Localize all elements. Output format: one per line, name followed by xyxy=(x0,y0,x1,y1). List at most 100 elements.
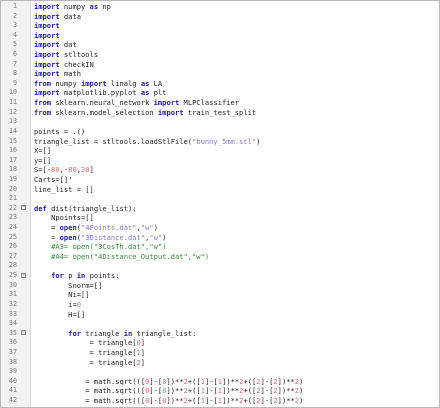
code-line: 34 xyxy=(1,319,439,329)
code-text: import stltools xyxy=(34,50,99,60)
code-text: from sklearn.neural_network import MLPCl… xyxy=(34,98,240,108)
code-line: 24 = open("4Points.dat","w") xyxy=(1,223,439,233)
code-line: 36 = triangle[0] xyxy=(1,338,439,348)
code-line: 10 import matplotlib.pyplot as plt xyxy=(1,88,439,98)
code-text: y=[] xyxy=(34,155,52,165)
line-number: 17 xyxy=(9,155,17,164)
code-text: import checkIN xyxy=(34,59,94,69)
code-line: 23 Npoints=[] xyxy=(1,213,439,223)
code-line: 22− def dist(triangle_list): xyxy=(1,204,439,214)
code-text: = math.sqrt(([0]-[0])**2+([1]-[1])**2+([… xyxy=(85,395,304,405)
code-line: 4 import xyxy=(1,31,439,41)
line-number: 37 xyxy=(9,347,17,356)
code-line: 2 import data xyxy=(1,12,439,22)
code-text: import numpy as np xyxy=(34,2,111,11)
line-number: 36 xyxy=(9,338,17,347)
code-text: = open("3Distance.dat","w") xyxy=(51,232,167,242)
code-line: 7 import checkIN xyxy=(1,60,439,70)
code-line: 30 Snorm=[] xyxy=(1,281,439,291)
code-line: 25 = open("3Distance.dat","w") xyxy=(1,233,439,243)
line-number: 24 xyxy=(9,223,17,232)
line-number: 21 xyxy=(9,194,17,203)
code-text: = open("4Points.dat","w") xyxy=(51,223,158,233)
line-number: 6 xyxy=(13,50,17,59)
fold-toggle-icon[interactable]: − xyxy=(21,205,26,211)
code-text: Npoints=[] xyxy=(51,213,94,223)
line-number: 41 xyxy=(9,386,17,395)
code-line: 16 X=[] xyxy=(1,146,439,156)
line-number: 39 xyxy=(9,367,17,376)
line-number: 2 xyxy=(13,11,17,20)
line-number: 25 xyxy=(9,232,17,241)
line-number: 31 xyxy=(9,290,17,299)
line-number: 33 xyxy=(9,309,17,318)
code-line: 15 triangle_list = stltools.loadStlFile("… xyxy=(1,137,439,147)
code-text: = triangle[2] xyxy=(85,357,146,367)
code-line: 38 = triangle[2] xyxy=(1,358,439,368)
line-number: 22 xyxy=(9,203,17,212)
line-number: 23 xyxy=(9,213,17,222)
code-line: 33 H=[] xyxy=(1,310,439,320)
line-number: 9 xyxy=(13,78,17,87)
code-text: = triangle[0] xyxy=(85,338,146,348)
code-editor[interactable]: 1 import numpy as np 2 import data 3 import 4… xyxy=(0,0,440,408)
code-line: 35− for triangle in triangle_list: xyxy=(1,329,439,339)
code-line: 12 from sklearn.model_selection import tr… xyxy=(1,108,439,118)
code-line: 20 line_list = [] xyxy=(1,185,439,195)
code-line: 8 import math xyxy=(1,69,439,79)
code-text: points = .() xyxy=(34,126,86,136)
fold-toggle-icon[interactable]: − xyxy=(21,330,26,336)
code-line: 3 import xyxy=(1,21,439,31)
line-number: 34 xyxy=(9,319,17,328)
line-number: 38 xyxy=(9,357,17,366)
line-number: 30 xyxy=(9,280,17,289)
code-text: S=[-80,-80,20] xyxy=(34,165,94,175)
line-number: 1 xyxy=(13,2,17,10)
line-number: 32 xyxy=(9,299,17,308)
code-text: #A3= open("3CosTh.dat","w") xyxy=(51,242,167,252)
line-number: 40 xyxy=(9,376,17,385)
line-number: 11 xyxy=(9,98,17,107)
code-line: 31 Ni=[] xyxy=(1,290,439,300)
code-line: 9 from numpy import linalg as LA xyxy=(1,79,439,89)
code-line: 11 from sklearn.neural_network import MLP… xyxy=(1,98,439,108)
code-text: def dist(triangle_list): xyxy=(34,203,137,213)
line-number: 29 xyxy=(9,271,17,280)
code-line: 14 points = .() xyxy=(1,127,439,137)
code-lines: 1 import numpy as np 2 import data 3 import 4… xyxy=(1,2,439,406)
code-text: from sklearn.model_selection import trai… xyxy=(34,107,257,117)
code-line: 32 i=0 xyxy=(1,300,439,310)
code-text: from numpy import linalg as LA xyxy=(34,78,163,88)
fold-toggle-icon[interactable]: − xyxy=(21,272,26,278)
line-number: 27 xyxy=(9,251,17,260)
code-line: 5 import dat xyxy=(1,40,439,50)
line-number: 20 xyxy=(9,184,17,193)
code-text: for triangle in triangle_list: xyxy=(68,328,197,338)
code-text: import data xyxy=(34,11,81,21)
code-text: = math.sqrt(([0]-[0])**2+([1]-[1])**2+([… xyxy=(85,376,304,386)
code-text: line_list = [] xyxy=(34,184,94,194)
code-text: triangle_list = stltools.loadStlFile("bu… xyxy=(34,136,261,146)
code-line: 1 import numpy as np xyxy=(1,2,439,12)
code-line: 37 = triangle[1] xyxy=(1,348,439,358)
line-number: 5 xyxy=(13,40,17,49)
code-text: Carts=[]' xyxy=(34,174,73,184)
code-text: = math.sqrt(([0]-[0])**2+([1]-[1])**2+([… xyxy=(85,386,304,396)
code-text: import matplotlib.pyplot as plt xyxy=(34,88,167,98)
code-line: 29− for p in points: xyxy=(1,271,439,281)
line-number: 10 xyxy=(9,88,17,97)
code-line: 41 = math.sqrt(([0]-[0])**2+([1]-[1])**2… xyxy=(1,386,439,396)
line-number: 3 xyxy=(13,21,17,30)
line-number: 13 xyxy=(9,117,17,126)
code-text: import xyxy=(34,30,60,40)
code-line: 28 xyxy=(1,261,439,271)
line-number: 35 xyxy=(9,328,17,337)
line-number: 4 xyxy=(13,30,17,39)
line-number: 8 xyxy=(13,69,17,78)
code-text: import xyxy=(34,21,60,31)
line-number: 26 xyxy=(9,242,17,251)
code-text: = triangle[1] xyxy=(85,347,146,357)
code-line: 17 y=[] xyxy=(1,156,439,166)
code-text: import dat xyxy=(34,40,77,50)
code-line: 18 S=[-80,-80,20] xyxy=(1,165,439,175)
